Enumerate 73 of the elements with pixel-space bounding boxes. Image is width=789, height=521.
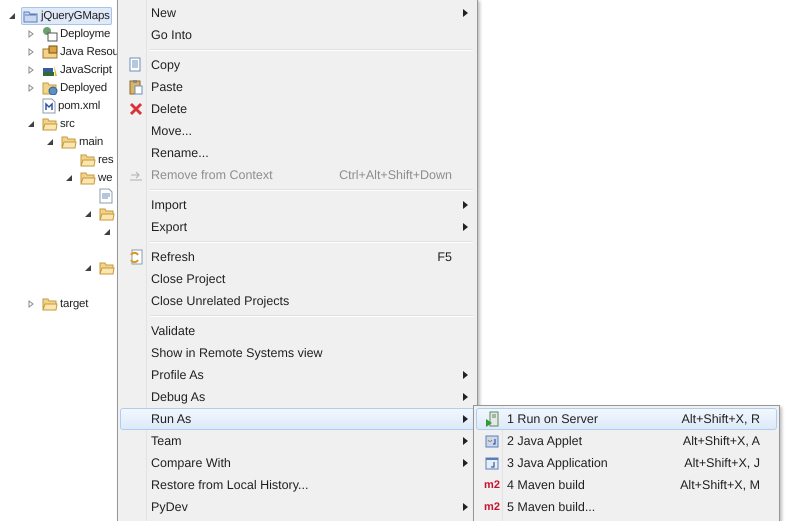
menu-item[interactable]: Refresh F5 (120, 246, 475, 268)
menu-item[interactable]: Delete (120, 98, 475, 120)
deployment-icon (42, 26, 58, 42)
expanded-arrow-icon[interactable] (8, 12, 16, 20)
jar-folder-icon (42, 45, 58, 59)
folder-icon (99, 261, 115, 275)
clipboard-icon (129, 79, 143, 95)
menu-item[interactable]: Compare With (120, 452, 475, 474)
collapsed-arrow-icon[interactable] (27, 48, 35, 56)
menu-item[interactable]: PyDev (120, 496, 475, 518)
copy-icon (129, 57, 143, 73)
menu-item[interactable]: Export (120, 216, 475, 238)
refresh-icon (129, 249, 143, 265)
tree-item[interactable]: res (78, 151, 116, 169)
menu-item[interactable]: 2 Java Applet Alt+Shift+X, A (476, 430, 777, 452)
file-icon (99, 188, 113, 204)
tree-item[interactable]: jQueryGMaps (21, 7, 112, 25)
menu-item[interactable]: m2 5 Maven build... (476, 496, 777, 518)
folder-icon (42, 117, 58, 131)
expanded-arrow-icon[interactable] (65, 174, 73, 182)
tree-item[interactable]: JavaScript (40, 61, 114, 79)
folder-icon (42, 297, 58, 311)
tree-item[interactable]: we (78, 169, 114, 187)
project-folder-icon (23, 9, 39, 23)
application-icon (485, 456, 499, 470)
books-icon (42, 63, 58, 77)
menu-item[interactable]: Close Unrelated Projects (120, 290, 475, 312)
menu-item[interactable]: Restore from Local History... (120, 474, 475, 496)
expanded-arrow-icon[interactable] (84, 210, 92, 218)
folder-icon (80, 171, 96, 185)
delete-icon (129, 102, 143, 116)
globe-folder-icon (42, 81, 58, 95)
menu-item[interactable]: Go Into (120, 24, 475, 46)
expanded-arrow-icon[interactable] (103, 228, 111, 236)
menu-item[interactable]: 1 Run on Server Alt+Shift+X, R (476, 408, 777, 430)
tree-item[interactable]: main (59, 133, 106, 151)
menu-item[interactable]: Profile As (120, 364, 475, 386)
expanded-arrow-icon[interactable] (84, 264, 92, 272)
maven-icon: m2 (484, 501, 500, 513)
tree-item[interactable]: src (40, 115, 77, 133)
expanded-arrow-icon[interactable] (27, 120, 35, 128)
menu-item[interactable]: Rename... (120, 142, 475, 164)
collapsed-arrow-icon[interactable] (27, 66, 35, 74)
tree-item[interactable]: Deployed (40, 79, 109, 97)
expanded-arrow-icon[interactable] (46, 138, 54, 146)
collapsed-arrow-icon[interactable] (27, 300, 35, 308)
menu-item[interactable]: Show in Remote Systems view (120, 342, 475, 364)
menu-item[interactable]: Run As (120, 408, 475, 430)
menu-item[interactable]: Validate (120, 320, 475, 342)
menu-item[interactable]: Paste (120, 76, 475, 98)
collapsed-arrow-icon[interactable] (27, 30, 35, 38)
menu-item[interactable]: Import (120, 194, 475, 216)
maven-icon: m2 (484, 479, 500, 491)
menu-item[interactable]: 3 Java Application Alt+Shift+X, J (476, 452, 777, 474)
menu-item[interactable]: New (120, 2, 475, 24)
tree-item[interactable]: Deployme (40, 25, 112, 43)
menu-item[interactable]: Close Project (120, 268, 475, 290)
tree-item[interactable]: pom.xml (40, 97, 102, 115)
menu-item[interactable]: Debug As (120, 386, 475, 408)
menu-item[interactable]: Move... (120, 120, 475, 142)
menu-item[interactable]: m2 4 Maven build Alt+Shift+X, M (476, 474, 777, 496)
folder-icon (80, 153, 96, 167)
folder-icon (99, 207, 115, 221)
applet-icon (485, 434, 499, 448)
maven-file-icon (42, 98, 56, 114)
folder-icon (61, 135, 77, 149)
tree-item[interactable]: target (40, 295, 90, 313)
server-run-icon (485, 411, 499, 427)
remove-icon (129, 169, 143, 181)
tree-item-icon[interactable] (97, 187, 115, 205)
menu-item[interactable]: Copy (120, 54, 475, 76)
menu-item[interactable]: Team (120, 430, 475, 452)
collapsed-arrow-icon[interactable] (27, 84, 35, 92)
